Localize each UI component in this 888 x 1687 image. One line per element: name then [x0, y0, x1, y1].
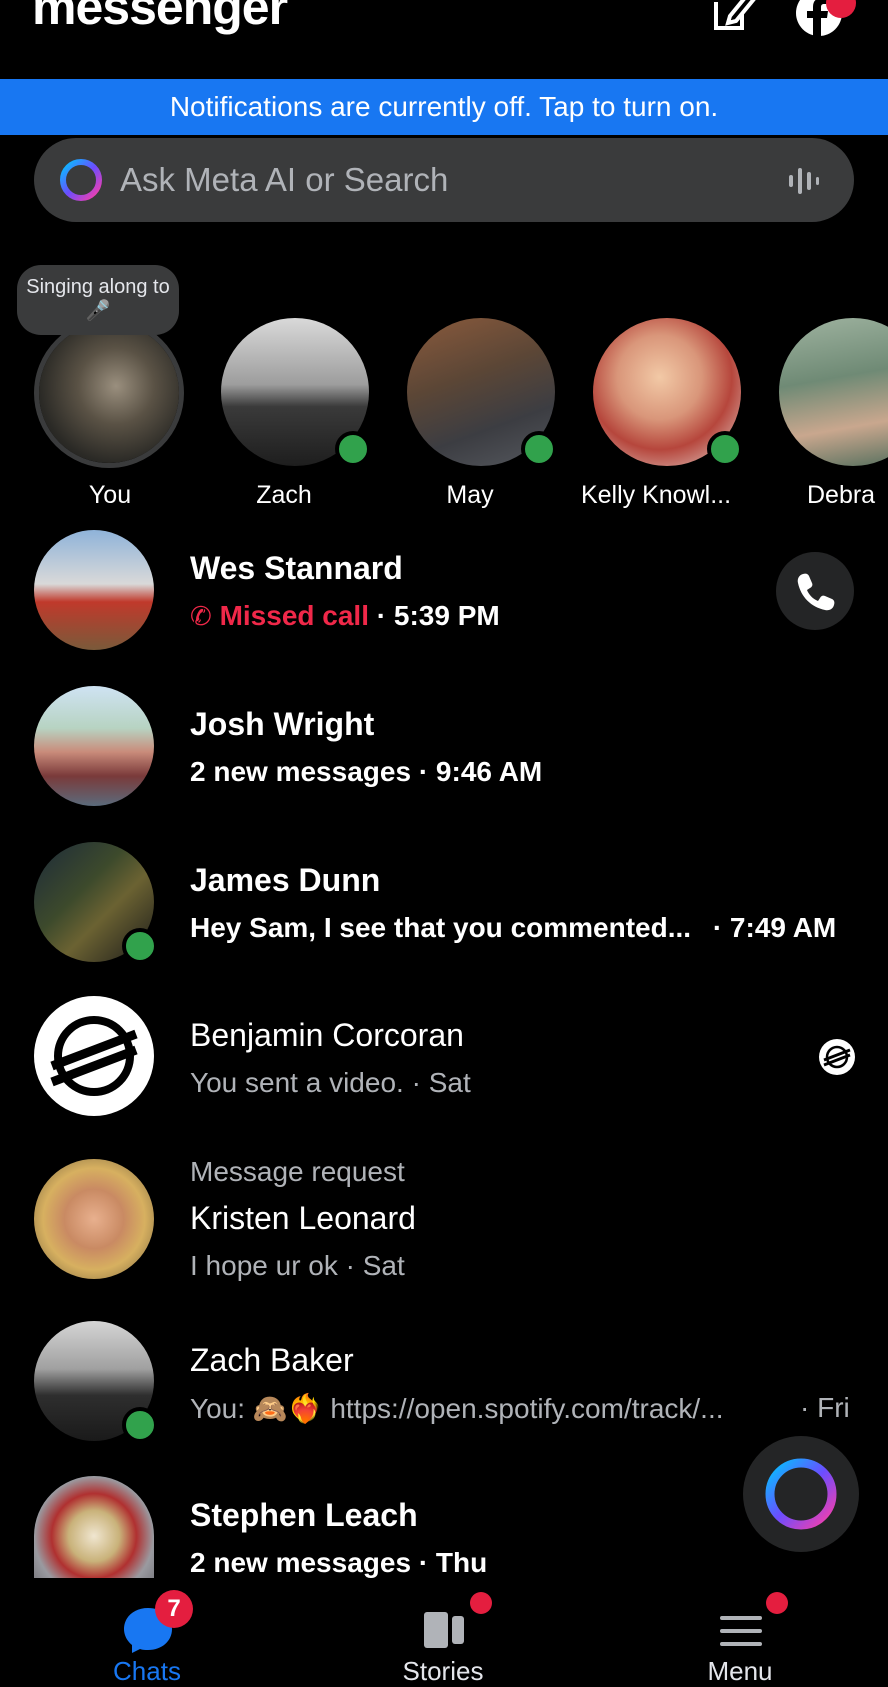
online-indicator [122, 1407, 158, 1443]
chat-time: · Thu [418, 1547, 488, 1578]
chat-preview[interactable]: You sent a video. · Sat [190, 1067, 471, 1099]
menu-icon[interactable] [718, 1612, 764, 1650]
chat-preview[interactable]: You: 🙈❤️‍🔥 https://open.spotify.com/trac… [190, 1392, 750, 1425]
chat-name[interactable]: Benjamin Corcoran [190, 1017, 464, 1054]
story-name: You [88, 481, 132, 509]
call-back-button[interactable] [776, 552, 854, 630]
chat-avatar[interactable] [34, 1476, 154, 1578]
chat-preview[interactable]: I hope ur ok · Sat [190, 1250, 405, 1282]
chat-time: · Sat [345, 1250, 405, 1281]
voice-waveform-icon[interactable] [786, 164, 820, 198]
notifications-off-banner[interactable]: Notifications are currently off. Tap to … [0, 79, 888, 135]
chat-name[interactable]: Josh Wright [190, 706, 374, 743]
chat-preview-text: I hope ur ok [190, 1250, 338, 1281]
stories-dot-badge [470, 1592, 492, 1614]
nav-label-menu[interactable]: Menu [660, 1656, 820, 1687]
chat-time: · 5:39 PM [376, 600, 500, 631]
chat-preview[interactable]: ✆ Missed call · 5:39 PM [190, 600, 500, 632]
chat-name[interactable]: James Dunn [190, 862, 380, 899]
chat-preview[interactable]: 2 new messages · Thu [190, 1547, 487, 1579]
chat-preview-text: Hey Sam, I see that you commented... [190, 912, 692, 943]
chat-time: · 9:46 AM [418, 756, 543, 787]
online-indicator [521, 431, 557, 467]
app-title: messenger [32, 0, 288, 35]
chat-time: · 7:49 AM [712, 912, 837, 943]
seen-avatar-icon [819, 1039, 855, 1075]
chats-unread-badge: 7 [155, 1590, 193, 1628]
chat-preview-text: You: 🙈❤️‍🔥 https://open.spotify.com/trac… [190, 1393, 724, 1424]
missed-call-status: Missed call [219, 600, 369, 631]
nav-label-stories[interactable]: Stories [363, 1656, 523, 1687]
online-indicator [335, 431, 371, 467]
story-avatar-debra[interactable] [779, 318, 888, 466]
chat-name[interactable]: Kristen Leonard [190, 1200, 416, 1237]
chat-time: · Sat [411, 1067, 471, 1098]
online-indicator [122, 928, 158, 964]
story-name: May [446, 481, 494, 509]
meta-ai-button[interactable] [743, 1436, 859, 1552]
chat-name[interactable]: Zach Baker [190, 1342, 354, 1379]
chat-avatar[interactable] [34, 530, 154, 650]
chat-name[interactable]: Stephen Leach [190, 1497, 418, 1534]
chat-preview[interactable]: Hey Sam, I see that you commented... · 7… [190, 912, 836, 944]
meta-ai-ring-icon [765, 1458, 837, 1530]
chat-preview[interactable]: 2 new messages · 9:46 AM [190, 756, 542, 788]
meta-ai-ring-icon [58, 157, 104, 203]
menu-dot-badge [766, 1592, 788, 1614]
story-avatar-you[interactable] [34, 318, 184, 468]
online-indicator [707, 431, 743, 467]
nav-label-chats[interactable]: Chats [67, 1656, 227, 1687]
phone-icon [797, 573, 835, 611]
message-request-label: Message request [190, 1156, 405, 1187]
chat-preview-text: 2 new messages [190, 756, 412, 787]
story-name: Kelly Knowl... [580, 481, 732, 509]
compose-icon[interactable] [710, 0, 756, 34]
chat-avatar[interactable] [34, 686, 154, 806]
chat-name[interactable]: Wes Stannard [190, 550, 403, 587]
search-placeholder[interactable]: Ask Meta AI or Search [120, 161, 448, 199]
stories-icon[interactable] [422, 1610, 468, 1650]
chat-preview-text: You sent a video. [190, 1067, 404, 1098]
story-name: Zach [256, 481, 312, 509]
stellar-logo-icon [50, 1016, 138, 1096]
chat-preview-text: 2 new messages [190, 1547, 412, 1578]
note-tooltip[interactable]: Singing along to 🎤 [17, 265, 179, 335]
chat-time: · Fri [800, 1392, 850, 1423]
chat-avatar[interactable] [34, 1159, 154, 1279]
story-name: Debra [807, 481, 876, 509]
chat-avatar[interactable] [34, 996, 154, 1116]
missed-call-icon: ✆ [190, 601, 212, 631]
